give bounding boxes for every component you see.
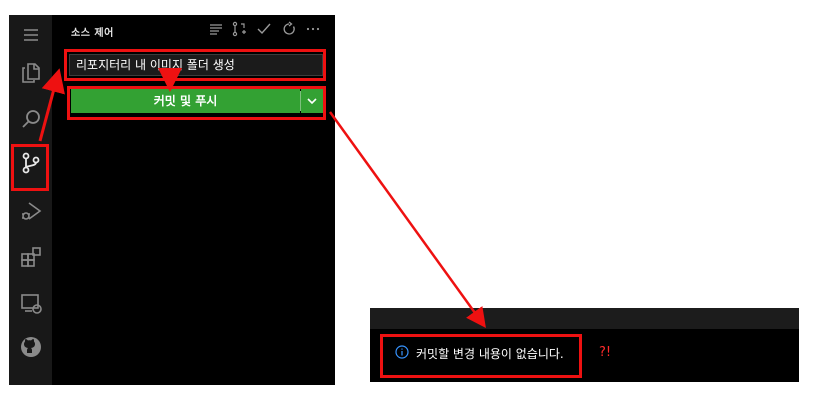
- arrow-to-notification: [328, 111, 486, 329]
- arrow-to-commit-message: [38, 68, 65, 142]
- annotation-arrows: [38, 68, 486, 329]
